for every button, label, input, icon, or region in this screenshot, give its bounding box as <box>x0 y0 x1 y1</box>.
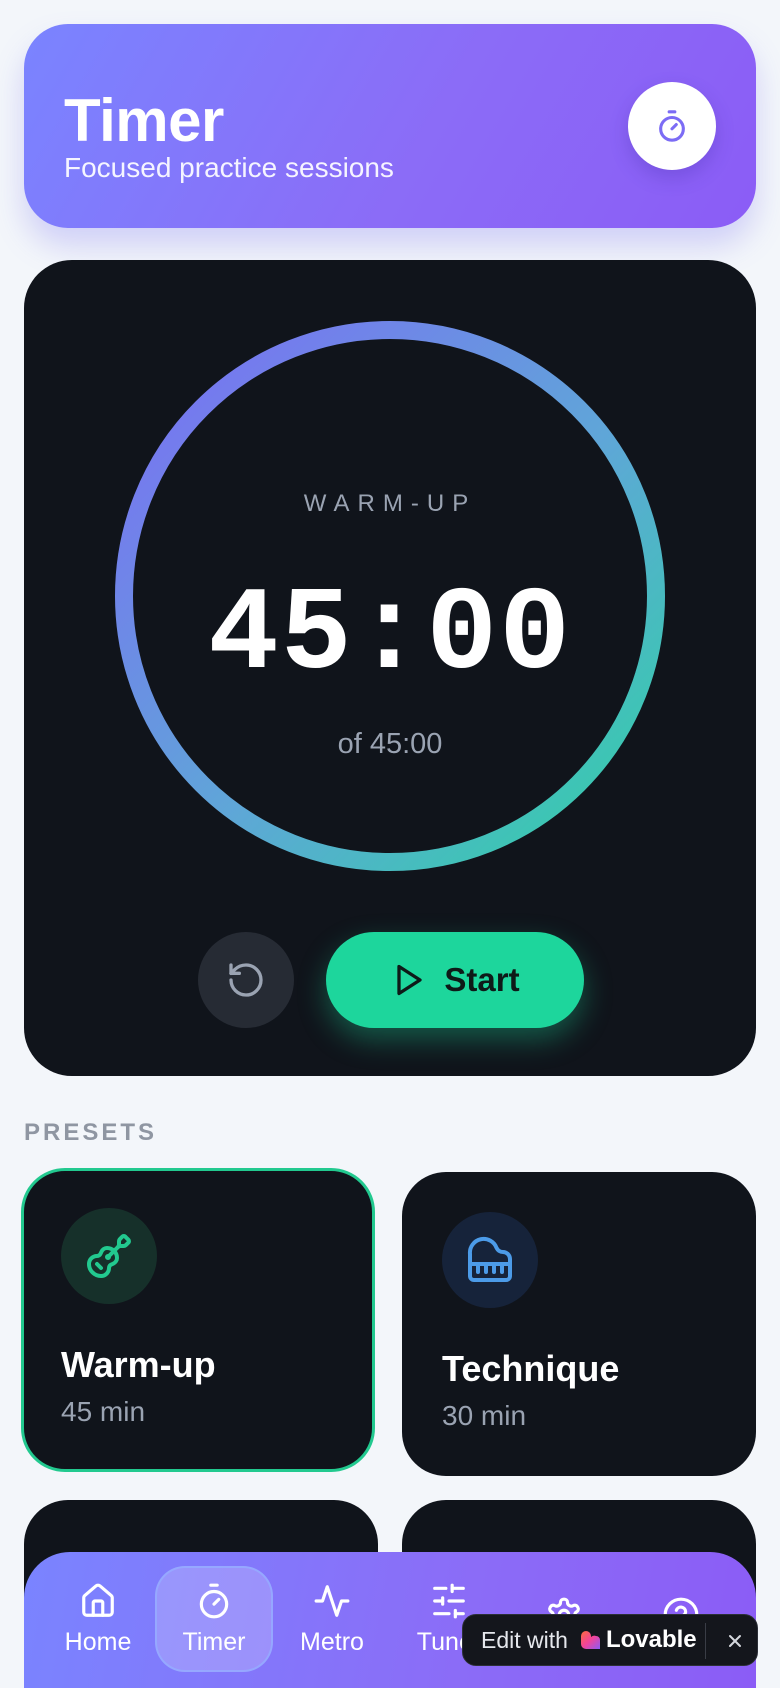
nav-label: Home <box>64 1627 132 1656</box>
badge-brand: Lovable <box>605 1626 697 1653</box>
header-timer-button[interactable] <box>628 82 716 170</box>
lovable-logo-icon <box>580 1631 600 1649</box>
stopwatch-icon <box>199 1583 229 1618</box>
preset-duration: 30 min <box>442 1400 527 1431</box>
nav-label: Timer <box>182 1627 246 1656</box>
home-icon <box>82 1583 114 1617</box>
piano-icon <box>467 1237 512 1282</box>
play-icon <box>397 964 423 996</box>
time-display: 45:00 <box>207 570 573 703</box>
nav-item-home[interactable]: Home <box>39 1566 157 1672</box>
rotate-ccw-icon <box>229 963 263 997</box>
activity-icon <box>314 1584 350 1617</box>
preset-name: Warm-up <box>61 1344 216 1385</box>
timer-readout: WARM-UP 45:00 of 45:00 <box>114 320 666 872</box>
nav-label: Metro <box>300 1627 364 1656</box>
nav-item-metro[interactable]: Metro <box>273 1566 391 1672</box>
preset-icon-container <box>442 1212 538 1308</box>
preset-name: Technique <box>442 1348 620 1389</box>
page-header: Timer Focused practice sessions <box>24 24 756 228</box>
preset-duration: 45 min <box>61 1396 146 1427</box>
page-title: Timer <box>64 87 224 154</box>
session-label: WARM-UP <box>303 490 477 517</box>
start-button[interactable]: Start <box>326 932 584 1028</box>
stopwatch-icon <box>659 110 685 142</box>
close-icon <box>729 1635 741 1647</box>
sliders-icon <box>433 1583 465 1618</box>
presets-heading: PRESETS <box>24 1119 158 1146</box>
total-duration: of 45:00 <box>337 728 443 760</box>
reset-button[interactable] <box>198 932 294 1028</box>
badge-divider <box>705 1623 706 1659</box>
badge-edit-text: Edit with <box>481 1626 568 1653</box>
lovable-badge[interactable]: Edit with Lovable <box>462 1614 758 1666</box>
timer-card: WARM-UP 45:00 of 45:00 Start <box>24 260 756 1076</box>
guitar-icon <box>87 1234 131 1278</box>
preset-card-technique[interactable]: Technique 30 min <box>402 1172 756 1476</box>
close-badge-button[interactable] <box>717 1623 753 1659</box>
start-button-label: Start <box>444 961 520 998</box>
preset-card-warm-up[interactable]: Warm-up 45 min <box>21 1168 375 1472</box>
page-subtitle: Focused practice sessions <box>64 152 394 183</box>
nav-item-timer[interactable]: Timer <box>155 1566 273 1672</box>
preset-icon-container <box>61 1208 157 1304</box>
